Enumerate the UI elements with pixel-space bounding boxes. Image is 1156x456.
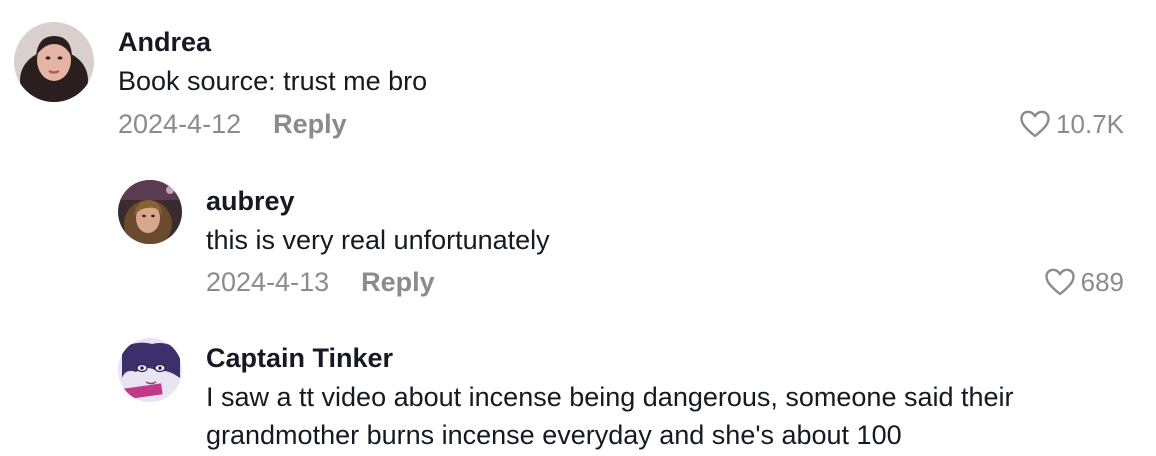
comment-username[interactable]: aubrey [206, 185, 295, 217]
heart-outline-icon [1020, 110, 1050, 138]
avatar[interactable] [14, 22, 94, 102]
comment-meta: 2024-4-12 Reply [118, 108, 347, 140]
like-count: 10.7K [1056, 109, 1124, 139]
like-button[interactable]: 10.7K [1019, 108, 1124, 140]
comment-date: 2024-4-13 [206, 267, 330, 297]
comment-item: Andrea Book source: trust me bro 2024-4-… [0, 0, 1156, 150]
like-count: 689 [1080, 267, 1124, 297]
comment-meta: 2024-4-13 Reply [206, 266, 435, 298]
comment-reply-item: Captain Tinker I saw a tt video about in… [0, 320, 1156, 456]
comment-reply-item: aubrey this is very real unfortunately 2… [0, 160, 1156, 310]
comment-text: Book source: trust me bro [118, 66, 428, 96]
reply-button[interactable]: Reply [273, 109, 347, 139]
comment-username[interactable]: Captain Tinker [206, 342, 393, 374]
comment-text: I saw a tt video about incense being dan… [206, 382, 1022, 450]
comment-username[interactable]: Andrea [118, 26, 211, 58]
comment-date: 2024-4-12 [118, 109, 242, 139]
comment-text: this is very real unfortunately [206, 225, 550, 255]
heart-outline-icon [1044, 268, 1075, 296]
reply-button[interactable]: Reply [361, 267, 435, 297]
avatar[interactable] [118, 180, 182, 244]
like-button[interactable]: 689 [1044, 266, 1124, 298]
avatar[interactable] [118, 338, 182, 402]
